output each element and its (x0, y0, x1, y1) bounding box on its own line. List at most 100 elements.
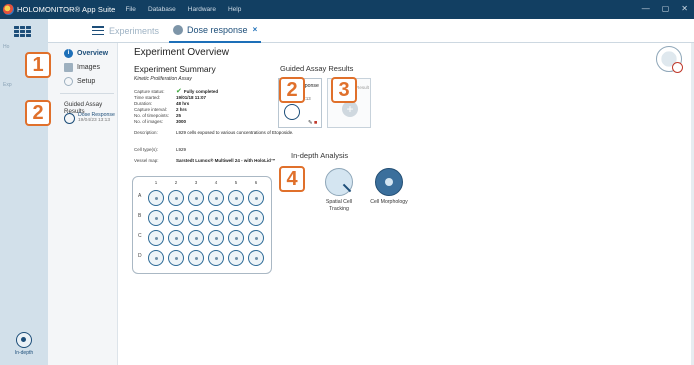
plate-well[interactable] (228, 250, 244, 266)
plate-well[interactable] (168, 230, 184, 246)
menu-database[interactable]: Database (148, 6, 176, 13)
plate-well[interactable] (168, 190, 184, 206)
dose-response-icon (284, 104, 300, 120)
plate-col-header: 5 (234, 180, 238, 185)
plate-well[interactable] (248, 230, 264, 246)
minimize-button[interactable]: — (642, 4, 650, 13)
summary-title: Experiment Summary (134, 64, 216, 74)
indepth-analysis-icon (16, 332, 32, 348)
tab-experiments[interactable]: Experiments (109, 26, 159, 36)
plate-well[interactable] (228, 190, 244, 206)
plate-col-header: 6 (254, 180, 258, 185)
well-plate-map: 1 2 3 4 5 6 A B C D (132, 176, 272, 274)
guided-item-date: 19/04/23 13:13 (78, 118, 111, 123)
nav-divider (60, 93, 114, 94)
apps-grid-icon[interactable] (14, 26, 31, 38)
plate-row-header: C (138, 233, 142, 239)
plate-well[interactable] (188, 230, 204, 246)
plate-well[interactable] (148, 250, 164, 266)
summary-value: L929 (176, 147, 187, 152)
summary-key: Capture interval: (134, 107, 168, 112)
summary-row-cell-type: Cell type(s): L929 (134, 147, 304, 152)
summary-subtitle: Kinetic Proliferation Assay (134, 76, 192, 82)
sidebar-indepth-label: In-depth (14, 350, 34, 356)
menu-file[interactable]: File (125, 6, 135, 13)
plate-well[interactable] (168, 250, 184, 266)
hamburger-menu-icon[interactable] (92, 26, 104, 35)
nav-setup[interactable]: Setup (64, 77, 95, 86)
menu-hardware[interactable]: Hardware (188, 6, 216, 13)
sidebar-item-indepth[interactable]: In-depth (8, 332, 40, 356)
nav-images[interactable]: Images (64, 63, 100, 72)
spatial-cell-tracking-button[interactable]: Spatial Cell Tracking (317, 168, 361, 212)
summary-row-vessel-map: Vessel map: Sarstedt Lumox® Multiwell 24… (134, 158, 304, 163)
plate-well[interactable] (248, 210, 264, 226)
magnifier-icon (325, 168, 353, 196)
nav-images-label: Images (77, 64, 100, 71)
callout-1: 1 (25, 52, 51, 78)
plate-well[interactable] (248, 190, 264, 206)
edit-icon[interactable]: ✎ (308, 120, 313, 126)
spatial-cell-tracking-label: Spatial Cell Tracking (325, 199, 353, 212)
plate-col-header: 4 (214, 180, 218, 185)
experiment-logo-icon (656, 46, 683, 73)
plate-well[interactable] (188, 250, 204, 266)
menu-help[interactable]: Help (228, 6, 241, 13)
nav-guided-dose-response[interactable]: Dose Response 19/04/23 13:13 (64, 112, 115, 124)
tab-dose-response[interactable]: Dose response × (169, 19, 262, 43)
sidebar-experiments-label[interactable]: Exp (3, 82, 12, 88)
plate-well[interactable] (148, 190, 164, 206)
plate-well[interactable] (168, 210, 184, 226)
indepth-analysis-heading: In-depth Analysis (291, 151, 349, 160)
plate-well[interactable] (248, 250, 264, 266)
plate-well[interactable] (228, 230, 244, 246)
guided-results-heading: Guided Assay Results (280, 64, 354, 73)
flask-icon (173, 24, 184, 35)
page-title: Experiment Overview (134, 47, 230, 58)
summary-key: Capture status: (134, 89, 165, 94)
cell-morphology-button[interactable]: Cell Morphology (367, 168, 411, 206)
cell-morphology-icon (375, 168, 403, 196)
plate-well[interactable] (188, 210, 204, 226)
info-icon: i (64, 49, 73, 58)
tab-dose-response-label: Dose response (187, 24, 248, 35)
plate-row-header: A (138, 193, 142, 199)
summary-value: L929 cells exposed to various concentrat… (176, 130, 294, 135)
close-window-button[interactable]: ✕ (681, 4, 688, 13)
plate-well[interactable] (148, 230, 164, 246)
plate-col-header: 2 (174, 180, 178, 185)
plate-well[interactable] (208, 190, 224, 206)
plate-well[interactable] (208, 210, 224, 226)
plate-well[interactable] (148, 210, 164, 226)
callout-2: 2 (25, 100, 51, 126)
tab-close-icon[interactable]: × (253, 25, 258, 34)
summary-key: Time started: (134, 95, 161, 100)
callout-3: 3 (331, 77, 357, 103)
summary-key: Description: (134, 130, 158, 135)
summary-key: Duration: (134, 101, 153, 106)
delete-icon[interactable]: ■ (314, 120, 317, 126)
maximize-button[interactable]: ▢ (662, 4, 670, 13)
plate-row-header: B (138, 213, 142, 219)
summary-row-description: Description: L929 cells exposed to vario… (134, 130, 304, 135)
nav-setup-label: Setup (77, 78, 96, 85)
nav-overview[interactable]: i Overview (64, 49, 108, 58)
images-icon (64, 63, 73, 72)
title-bar: HOLOMONITOR® App Suite File Database Har… (0, 0, 694, 19)
plate-row-header: D (138, 253, 142, 259)
summary-value: Sarstedt Lumox® Multiwell 24 - with Holo… (176, 158, 276, 163)
summary-key: No. of timepoints: (134, 113, 170, 118)
sidebar-home-label[interactable]: Ho (3, 44, 9, 50)
callout-4: 4 (279, 166, 305, 192)
plate-well[interactable] (208, 250, 224, 266)
check-icon: ✔ (176, 88, 182, 95)
experiment-nav: i Overview Images Setup Guided Assay Res… (48, 43, 118, 365)
summary-key: Vessel map: (134, 158, 159, 163)
callout-2: 2 (279, 77, 305, 103)
summary-value: Fully completed (183, 89, 219, 94)
plus-icon: + (342, 101, 358, 117)
plate-well[interactable] (228, 210, 244, 226)
plate-well[interactable] (188, 190, 204, 206)
plate-well[interactable] (208, 230, 224, 246)
tab-bar: Experiments Dose response × (48, 19, 694, 43)
